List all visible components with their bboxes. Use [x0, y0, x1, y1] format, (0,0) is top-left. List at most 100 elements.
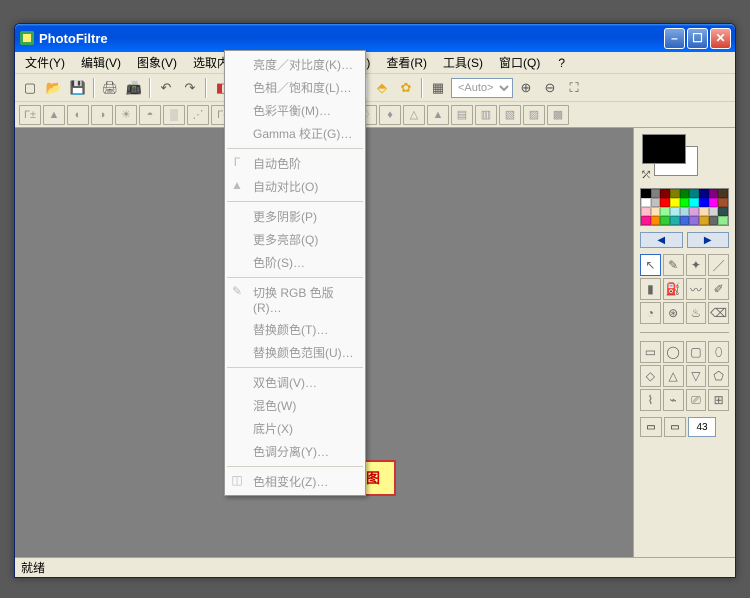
grad3-icon[interactable]: ▨ [523, 105, 545, 125]
menu-file[interactable]: 文件(Y) [17, 52, 73, 73]
bucket-tool-icon[interactable]: ▮ [640, 278, 661, 300]
menu-more-shadow[interactable]: 更多阴影(P) [225, 205, 365, 228]
palette-cell[interactable] [689, 207, 699, 216]
close-button[interactable]: ✕ [710, 28, 731, 49]
pointer-tool-icon[interactable]: ↖ [640, 254, 661, 276]
auto-level-icon[interactable]: ▲ [43, 105, 65, 125]
drop-plus-icon[interactable]: ♦ [379, 105, 401, 125]
menu-more-highlight[interactable]: 更多亮部(Q) [225, 228, 365, 251]
palette-cell[interactable] [718, 216, 728, 225]
layers-icon[interactable]: ⬘ [371, 77, 393, 99]
menu-mix[interactable]: 混色(W) [225, 394, 365, 417]
menu-levels[interactable]: 色阶(S)… [225, 251, 365, 274]
pencil-tool-icon[interactable]: ✐ [708, 278, 729, 300]
freehand-shape-icon[interactable]: ⌇ [640, 389, 661, 411]
zoom-in-icon[interactable]: ⊕ [515, 77, 537, 99]
palette-cell[interactable] [699, 189, 709, 198]
palette-prev-button[interactable]: ◀ [640, 232, 683, 248]
print-icon[interactable]: 🖨 [99, 77, 121, 99]
triangle-down-icon[interactable]: ▽ [686, 365, 707, 387]
palette-cell[interactable] [651, 207, 661, 216]
palette-cell[interactable] [670, 189, 680, 198]
new-icon[interactable]: ▢ [19, 77, 41, 99]
palette-cell[interactable] [651, 189, 661, 198]
color-palette[interactable] [640, 188, 729, 226]
palette-cell[interactable] [670, 198, 680, 207]
noise-icon[interactable]: ⋰ [187, 105, 209, 125]
palette-cell[interactable] [641, 198, 651, 207]
menu-color-balance[interactable]: 色彩平衡(M)… [225, 99, 365, 122]
menu-replace-range[interactable]: 替换颜色范围(U)… [225, 341, 365, 364]
dust-icon[interactable]: ▒ [163, 105, 185, 125]
menu-negative[interactable]: 底片(X) [225, 417, 365, 440]
ellipse-shape-icon[interactable]: ◯ [663, 341, 684, 363]
palette-cell[interactable] [709, 216, 719, 225]
palette-cell[interactable] [670, 216, 680, 225]
eyedropper-tool-icon[interactable]: ✎ [663, 254, 684, 276]
menu-swap-rgb[interactable]: ✎切换 RGB 色版(R)… [225, 281, 365, 318]
palette-cell[interactable] [718, 207, 728, 216]
sepia-icon[interactable]: ◑ [91, 105, 113, 125]
custom-shape-icon[interactable]: ⊞ [708, 389, 729, 411]
blur-tool-icon[interactable]: ♨ [686, 302, 707, 324]
palette-cell[interactable] [641, 207, 651, 216]
polygon-shape-icon[interactable]: ⬠ [708, 365, 729, 387]
menu-view[interactable]: 查看(R) [378, 52, 435, 73]
fullscreen-icon[interactable]: ⛶ [563, 77, 585, 99]
palette-cell[interactable] [670, 207, 680, 216]
palette-cell[interactable] [680, 207, 690, 216]
menu-replace-color[interactable]: 替换颜色(T)… [225, 318, 365, 341]
menu-image[interactable]: 图象(V) [129, 52, 185, 73]
fit-icon[interactable]: ▦ [427, 77, 449, 99]
scan-icon[interactable]: 📠 [123, 77, 145, 99]
triangle-up-icon[interactable]: △ [663, 365, 684, 387]
zoom-out-icon[interactable]: ⊖ [539, 77, 561, 99]
hist-icon[interactable]: ▤ [451, 105, 473, 125]
menu-hue-shift[interactable]: ◫色相变化(Z)… [225, 470, 365, 493]
palette-cell[interactable] [709, 189, 719, 198]
size-preset-2[interactable]: ▭ [664, 417, 686, 437]
harden-icon[interactable]: ▲ [427, 105, 449, 125]
palette-cell[interactable] [680, 216, 690, 225]
palette-cell[interactable] [660, 216, 670, 225]
foreground-swatch[interactable] [642, 134, 686, 164]
maximize-button[interactable]: ☐ [687, 28, 708, 49]
save-icon[interactable]: 💾 [67, 77, 89, 99]
palette-cell[interactable] [709, 198, 719, 207]
eraser-tool-icon[interactable]: ⌫ [708, 302, 729, 324]
palette-cell[interactable] [680, 198, 690, 207]
lasso-shape-icon[interactable]: ⬯ [708, 341, 729, 363]
diamond-shape-icon[interactable]: ◇ [640, 365, 661, 387]
soften-icon[interactable]: △ [403, 105, 425, 125]
palette-cell[interactable] [689, 216, 699, 225]
palette-next-button[interactable]: ▶ [687, 232, 730, 248]
brush-tool-icon[interactable]: 〰 [686, 278, 707, 300]
palette-cell[interactable] [718, 198, 728, 207]
palette-cell[interactable] [689, 189, 699, 198]
palette-cell[interactable] [660, 189, 670, 198]
menu-duotone[interactable]: 双色调(V)… [225, 371, 365, 394]
palette-cell[interactable] [699, 207, 709, 216]
menu-separate[interactable]: 色调分离(Y)… [225, 440, 365, 463]
size-input[interactable] [688, 417, 716, 437]
spray-tool-icon[interactable]: ⛽ [663, 278, 684, 300]
grad2-icon[interactable]: ▧ [499, 105, 521, 125]
auto-gamma-icon[interactable]: Γ± [19, 105, 41, 125]
wand-tool-icon[interactable]: ✦ [686, 254, 707, 276]
star-shape-icon[interactable]: ⎚ [686, 389, 707, 411]
color-swatch[interactable]: ⤱ [642, 134, 727, 182]
rect-shape-icon[interactable]: ▭ [640, 341, 661, 363]
sharpen-icon[interactable]: ◓ [139, 105, 161, 125]
smudge-tool-icon[interactable]: ◔ [640, 302, 661, 324]
blur-icon[interactable]: ☀ [115, 105, 137, 125]
grad4-icon[interactable]: ▩ [547, 105, 569, 125]
size-preset-1[interactable]: ▭ [640, 417, 662, 437]
menu-auto-levels[interactable]: Γ自动色阶 [225, 152, 365, 175]
palette-cell[interactable] [718, 189, 728, 198]
palette-cell[interactable] [709, 207, 719, 216]
line-tool-icon[interactable]: ／ [708, 254, 729, 276]
palette-cell[interactable] [651, 216, 661, 225]
text-shape-icon[interactable]: ⌁ [663, 389, 684, 411]
roundrect-shape-icon[interactable]: ▢ [686, 341, 707, 363]
palette-cell[interactable] [689, 198, 699, 207]
